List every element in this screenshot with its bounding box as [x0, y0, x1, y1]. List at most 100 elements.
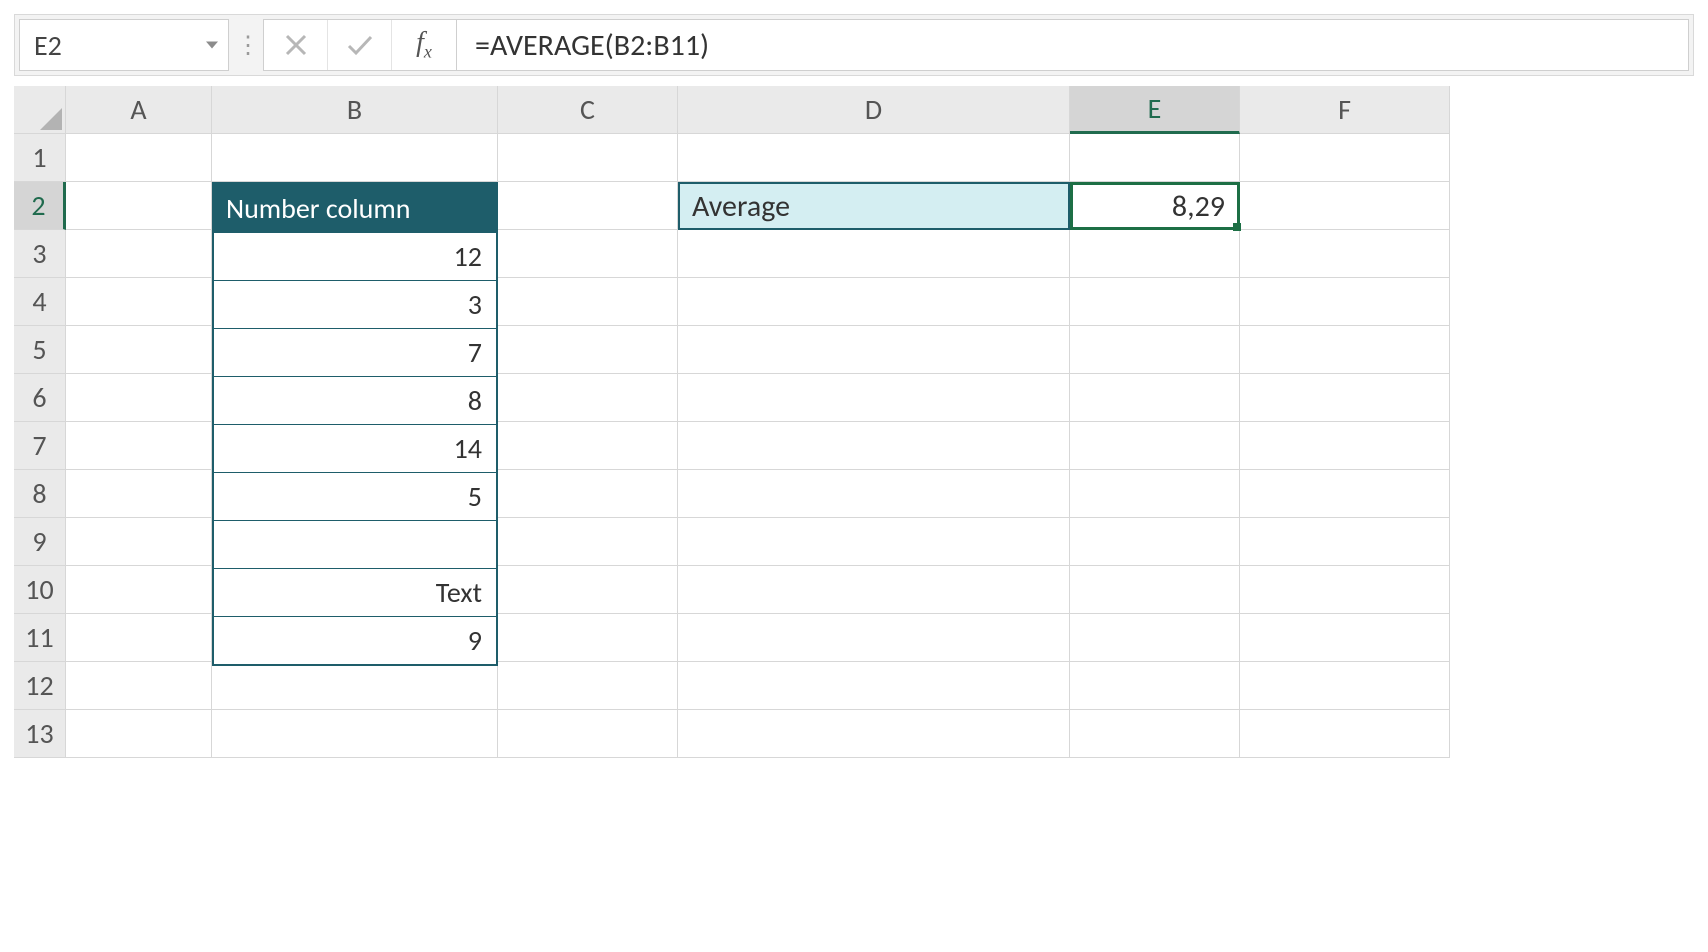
cell[interactable]	[1240, 134, 1450, 182]
cell[interactable]	[1240, 326, 1450, 374]
row-header[interactable]: 1	[14, 134, 66, 182]
name-box[interactable]: E2	[19, 19, 229, 71]
cell[interactable]	[498, 470, 678, 518]
table-cell[interactable]: Text	[214, 568, 496, 616]
cell[interactable]	[1240, 182, 1450, 230]
select-all-corner[interactable]	[14, 86, 66, 134]
cell[interactable]	[1240, 566, 1450, 614]
cell[interactable]	[66, 326, 212, 374]
cell[interactable]	[1240, 662, 1450, 710]
spreadsheet-grid[interactable]: A B C D E F 1 2 3 4 5 6 7 8 9 10 11 12 1…	[14, 86, 1694, 758]
row-header[interactable]: 4	[14, 278, 66, 326]
row-header[interactable]: 2	[14, 182, 66, 230]
cell[interactable]	[678, 326, 1070, 374]
cell[interactable]	[1240, 374, 1450, 422]
cell[interactable]	[1070, 518, 1240, 566]
cancel-button[interactable]	[264, 20, 328, 70]
cell[interactable]	[498, 566, 678, 614]
table-cell[interactable]: 12	[214, 232, 496, 280]
cell[interactable]	[212, 662, 498, 710]
cell[interactable]	[1070, 566, 1240, 614]
cell[interactable]	[498, 518, 678, 566]
table-cell[interactable]: 3	[214, 280, 496, 328]
cell[interactable]	[66, 614, 212, 662]
resize-handle-icon[interactable]: ⋮	[233, 15, 263, 75]
cell[interactable]	[1070, 278, 1240, 326]
cell[interactable]	[498, 710, 678, 758]
cell[interactable]	[1070, 134, 1240, 182]
cell[interactable]	[66, 518, 212, 566]
cell[interactable]	[1240, 710, 1450, 758]
cell[interactable]	[212, 134, 498, 182]
cell[interactable]	[1070, 374, 1240, 422]
cell[interactable]	[212, 710, 498, 758]
cell[interactable]	[1240, 518, 1450, 566]
cell[interactable]	[66, 182, 212, 230]
cell[interactable]	[66, 278, 212, 326]
cell[interactable]	[1070, 422, 1240, 470]
cell[interactable]	[1070, 230, 1240, 278]
average-label-cell[interactable]: Average	[678, 182, 1070, 230]
row-header[interactable]: 8	[14, 470, 66, 518]
cell[interactable]	[678, 662, 1070, 710]
cell[interactable]	[498, 278, 678, 326]
cell[interactable]	[66, 566, 212, 614]
insert-function-button[interactable]: fx	[392, 20, 456, 70]
formula-input[interactable]: =AVERAGE(B2:B11)	[457, 19, 1689, 71]
row-header[interactable]: 11	[14, 614, 66, 662]
cell[interactable]	[1240, 230, 1450, 278]
row-header[interactable]: 5	[14, 326, 66, 374]
cell[interactable]	[498, 374, 678, 422]
cell[interactable]	[678, 566, 1070, 614]
cell[interactable]	[498, 662, 678, 710]
cell[interactable]	[1070, 470, 1240, 518]
table-cell[interactable]: 7	[214, 328, 496, 376]
cell[interactable]	[678, 518, 1070, 566]
chevron-down-icon[interactable]	[206, 42, 218, 49]
cell[interactable]	[66, 470, 212, 518]
cell[interactable]	[1070, 614, 1240, 662]
row-header[interactable]: 6	[14, 374, 66, 422]
cell[interactable]	[498, 134, 678, 182]
cell[interactable]	[678, 470, 1070, 518]
cell[interactable]	[66, 230, 212, 278]
column-header[interactable]: A	[66, 86, 212, 134]
row-header[interactable]: 9	[14, 518, 66, 566]
cell[interactable]	[1240, 422, 1450, 470]
cell[interactable]	[678, 374, 1070, 422]
row-header[interactable]: 13	[14, 710, 66, 758]
row-header[interactable]: 12	[14, 662, 66, 710]
cell[interactable]	[498, 230, 678, 278]
cell[interactable]	[1240, 614, 1450, 662]
cell[interactable]	[1070, 326, 1240, 374]
table-cell[interactable]: 8	[214, 376, 496, 424]
column-header[interactable]: F	[1240, 86, 1450, 134]
cell[interactable]	[678, 710, 1070, 758]
cell[interactable]	[66, 134, 212, 182]
table-cell[interactable]	[214, 520, 496, 568]
cell[interactable]	[1240, 278, 1450, 326]
active-cell[interactable]: 8,29	[1070, 182, 1240, 230]
cell[interactable]	[1070, 662, 1240, 710]
cell[interactable]	[678, 422, 1070, 470]
cell[interactable]	[498, 614, 678, 662]
cell[interactable]	[498, 182, 678, 230]
enter-button[interactable]	[328, 20, 392, 70]
cell[interactable]	[66, 710, 212, 758]
column-header[interactable]: E	[1070, 86, 1240, 134]
column-header[interactable]: D	[678, 86, 1070, 134]
cell[interactable]	[1240, 470, 1450, 518]
cell[interactable]	[66, 662, 212, 710]
cell[interactable]	[678, 134, 1070, 182]
row-header[interactable]: 7	[14, 422, 66, 470]
cell[interactable]	[678, 278, 1070, 326]
cell[interactable]	[678, 230, 1070, 278]
cell[interactable]	[498, 422, 678, 470]
table-cell[interactable]: 5	[214, 472, 496, 520]
column-header[interactable]: C	[498, 86, 678, 134]
row-header[interactable]: 3	[14, 230, 66, 278]
column-header[interactable]: B	[212, 86, 498, 134]
table-cell[interactable]: 9	[214, 616, 496, 664]
row-header[interactable]: 10	[14, 566, 66, 614]
cell[interactable]	[66, 422, 212, 470]
